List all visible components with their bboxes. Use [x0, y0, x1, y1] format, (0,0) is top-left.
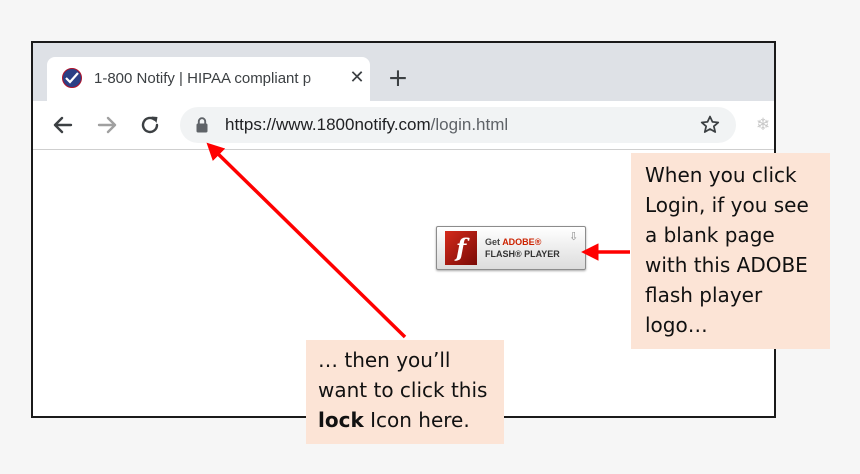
arrow-to-lock: [206, 142, 407, 339]
annotation-arrows: [206, 142, 630, 339]
